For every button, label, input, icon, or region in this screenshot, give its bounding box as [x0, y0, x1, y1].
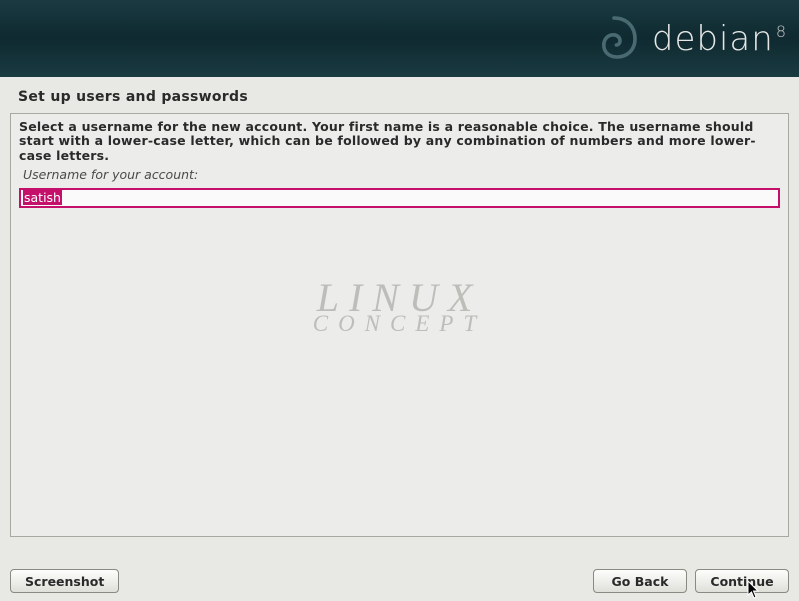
- content-panel: Select a username for the new account. Y…: [10, 113, 789, 537]
- installer-header: debian8: [0, 0, 799, 77]
- username-label: Username for your account:: [19, 167, 780, 182]
- brand-label: debian8: [652, 19, 787, 59]
- screenshot-button[interactable]: Screenshot: [10, 569, 119, 593]
- continue-button[interactable]: Continue: [695, 569, 789, 593]
- username-input[interactable]: satish: [19, 188, 780, 208]
- watermark: LINUX CONCEPT: [313, 282, 487, 334]
- instruction-text: Select a username for the new account. Y…: [19, 120, 780, 163]
- button-row: Screenshot Go Back Continue: [0, 569, 799, 593]
- go-back-button[interactable]: Go Back: [593, 569, 687, 593]
- brand-version: 8: [776, 22, 787, 41]
- page-title: Set up users and passwords: [0, 77, 799, 113]
- debian-swirl-icon: [584, 9, 644, 69]
